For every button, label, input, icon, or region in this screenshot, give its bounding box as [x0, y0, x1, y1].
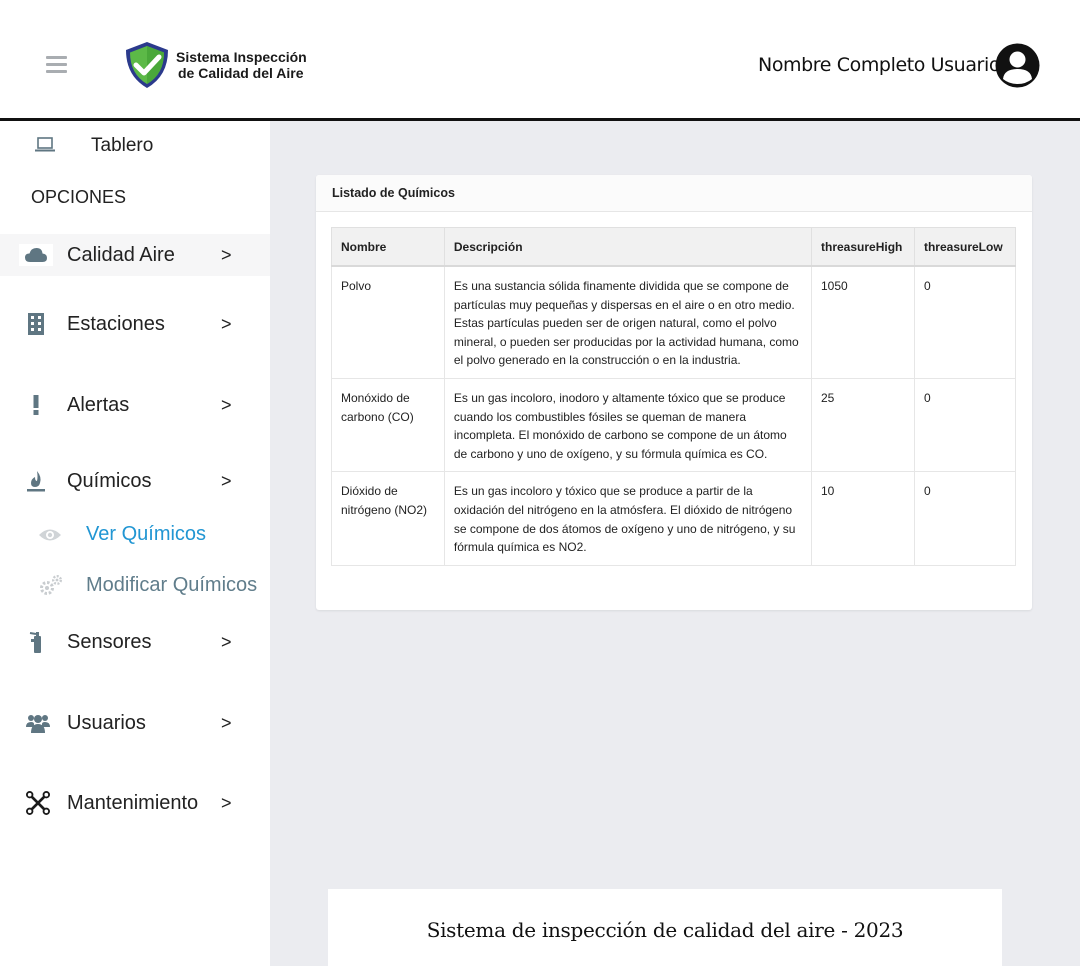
tools-icon: [26, 791, 50, 815]
sidebar-item-usuarios[interactable]: Usuarios >: [0, 702, 270, 744]
sensor-icon: [24, 631, 48, 653]
chevron-right-icon: >: [221, 632, 232, 652]
sidebar-item-calidad-aire[interactable]: Calidad Aire >: [0, 234, 270, 276]
chevron-right-icon: >: [221, 245, 232, 265]
chemicals-table: Nombre Descripción threasureHigh threasu…: [331, 227, 1017, 566]
shield-check-logo-icon: [126, 42, 168, 88]
chevron-right-icon: >: [221, 314, 232, 334]
sidebar-item-mantenimiento[interactable]: Mantenimiento >: [0, 782, 270, 824]
column-header-threasure-high[interactable]: threasureHigh: [811, 227, 915, 267]
user-avatar-icon[interactable]: [995, 43, 1040, 88]
chemicals-list-card: Listado de Químicos Nombre Descripción t…: [316, 175, 1032, 610]
sidebar-item-sensores[interactable]: Sensores >: [0, 621, 270, 663]
flask-icon: [24, 470, 48, 492]
cell-nombre: Monóxido de carbono (CO): [331, 377, 445, 473]
chevron-right-icon: >: [221, 471, 232, 491]
table-header-row: Nombre Descripción threasureHigh threasu…: [331, 227, 1017, 267]
user-name[interactable]: Nombre Completo Usuario: [758, 54, 1000, 76]
footer-text: Sistema de inspección de calidad del air…: [426, 918, 904, 942]
column-header-threasure-low[interactable]: threasureLow: [913, 227, 1017, 267]
sidebar-item-label: Tablero: [91, 135, 154, 156]
card-header: Listado de Químicos: [316, 175, 1032, 212]
chevron-right-icon: >: [221, 793, 232, 813]
sidebar-item-tablero[interactable]: Tablero: [34, 134, 234, 164]
laptop-icon: [35, 137, 55, 152]
exclamation-icon: [24, 394, 48, 416]
sidebar-item-alertas[interactable]: Alertas >: [0, 384, 270, 426]
chevron-right-icon: >: [221, 395, 232, 415]
table-row[interactable]: Polvo Es una sustancia sólida finamente …: [331, 265, 1017, 379]
table-row[interactable]: Monóxido de carbono (CO) Es un gas incol…: [331, 377, 1017, 473]
sidebar-subitem-modificar-quimicos[interactable]: Modificar Químicos: [38, 572, 270, 602]
section-title-opciones: OPCIONES: [31, 187, 127, 207]
table-row[interactable]: Dióxido de nitrógeno (NO2) Es un gas inc…: [331, 471, 1017, 566]
top-header: Sistema Inspección de Calidad del Aire N…: [0, 0, 1080, 121]
table-scroll-container[interactable]: Nombre Descripción threasureHigh threasu…: [331, 227, 1017, 583]
cell-descripcion: Es un gas incoloro, inodoro y altamente …: [443, 377, 813, 473]
sidebar-item-estaciones[interactable]: Estaciones >: [0, 303, 270, 345]
cell-threasure-low: 0: [913, 471, 1017, 566]
hamburger-menu-icon[interactable]: [46, 56, 67, 74]
card-title: Listado de Químicos: [332, 186, 455, 200]
column-header-descripcion[interactable]: Descripción: [443, 227, 813, 267]
cell-threasure-low: 0: [913, 265, 1017, 379]
users-icon: [26, 712, 50, 734]
cell-threasure-high: 25: [811, 377, 915, 473]
building-icon: [24, 313, 48, 335]
sidebar-item-quimicos[interactable]: Químicos >: [0, 460, 270, 502]
footer: Sistema de inspección de calidad del air…: [328, 889, 1002, 966]
cell-threasure-low: 0: [913, 377, 1017, 473]
sidebar: Tablero OPCIONES Calidad Aire > Estacion…: [0, 121, 270, 966]
gears-icon: [40, 575, 62, 595]
app-title: Sistema Inspección de Calidad del Aire: [176, 49, 307, 81]
cloud-icon: [19, 244, 53, 266]
cell-threasure-high: 1050: [811, 265, 915, 379]
column-header-nombre[interactable]: Nombre: [331, 227, 445, 267]
cell-descripcion: Es una sustancia sólida finamente dividi…: [443, 265, 813, 379]
cell-descripcion: Es un gas incoloro y tóxico que se produ…: [443, 471, 813, 566]
chevron-right-icon: >: [221, 713, 232, 733]
sidebar-subitem-ver-quimicos[interactable]: Ver Químicos: [38, 521, 238, 551]
cell-nombre: Dióxido de nitrógeno (NO2): [331, 471, 445, 566]
eye-icon: [39, 529, 61, 541]
cell-threasure-high: 10: [811, 471, 915, 566]
cell-nombre: Polvo: [331, 265, 445, 379]
